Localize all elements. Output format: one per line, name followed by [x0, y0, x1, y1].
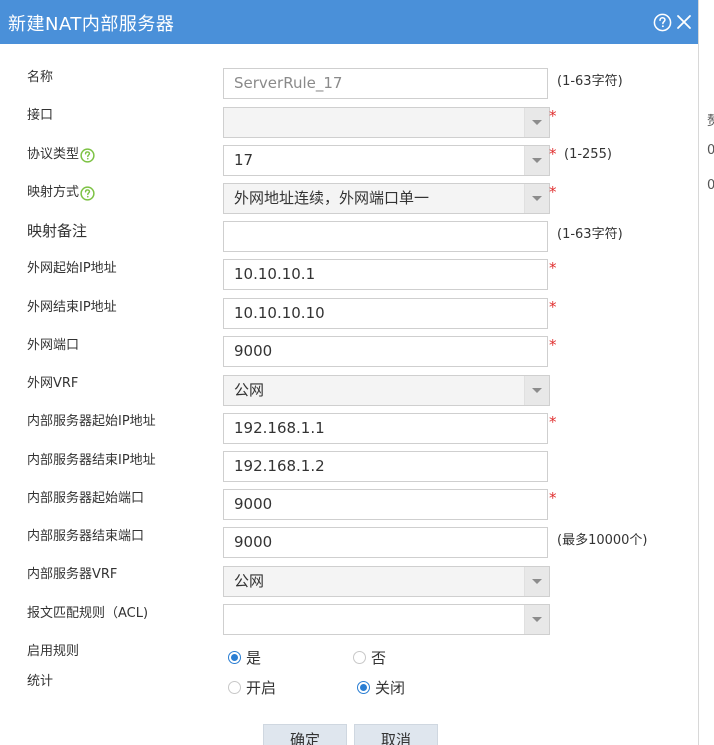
close-icon[interactable]	[674, 12, 694, 32]
mapping-note-hint: (1-63字符)	[557, 227, 623, 242]
acl-select[interactable]	[223, 604, 550, 635]
int-vrf-value: 公网	[234, 572, 265, 590]
required-mark: *	[549, 259, 557, 277]
ext-start-ip-input[interactable]: 10.10.10.1	[223, 259, 548, 290]
int-start-port-label: 内部服务器起始端口	[27, 491, 145, 506]
int-end-port-input[interactable]: 9000	[223, 527, 548, 558]
chevron-down-icon	[524, 108, 549, 137]
protocol-hint: (1-255)	[564, 147, 612, 162]
required-mark: *	[549, 107, 557, 125]
protocol-select[interactable]: 17	[223, 145, 550, 176]
enable-rule-yes-label: 是	[246, 649, 262, 667]
ext-vrf-select[interactable]: 公网	[223, 375, 550, 406]
ext-start-ip-label: 外网起始IP地址	[27, 261, 117, 276]
help-icon[interactable]	[652, 12, 672, 32]
enable-rule-no-label: 否	[371, 649, 387, 667]
int-end-ip-label: 内部服务器结束IP地址	[27, 453, 156, 468]
statistics-off-label: 关闭	[375, 679, 406, 697]
required-mark: *	[549, 298, 557, 316]
ext-vrf-value: 公网	[234, 381, 265, 399]
radio-unselected-icon	[228, 681, 241, 694]
int-vrf-label: 内部服务器VRF	[27, 567, 118, 582]
protocol-label-text: 协议类型	[27, 147, 80, 162]
acl-label: 报文匹配规则（ACL)	[27, 606, 149, 621]
ext-end-ip-input[interactable]: 10.10.10.10	[223, 298, 548, 329]
int-start-port-input[interactable]: 9000	[223, 489, 548, 520]
ext-end-ip-label: 外网结束IP地址	[27, 300, 117, 315]
name-input[interactable]: ServerRule_17	[223, 68, 548, 99]
statistics-on-label: 开启	[246, 679, 277, 697]
chevron-down-icon	[524, 605, 549, 634]
chevron-down-icon	[524, 376, 549, 405]
name-hint: (1-63字符)	[557, 74, 623, 89]
mapping-mode-label: 映射方式	[27, 184, 95, 202]
chevron-down-icon	[524, 184, 549, 213]
mapping-note-label: 映射备注	[27, 222, 88, 240]
background-text-fragment: 0	[707, 178, 714, 193]
required-mark: *	[549, 145, 557, 163]
background-text-fragment: 0	[707, 143, 714, 158]
titlebar-icons	[652, 12, 694, 32]
int-vrf-select[interactable]: 公网	[223, 566, 550, 597]
int-end-port-label: 内部服务器结束端口	[27, 529, 145, 544]
chevron-down-icon	[524, 146, 549, 175]
mapping-note-input[interactable]	[223, 221, 548, 252]
interface-label: 接口	[27, 108, 54, 123]
radio-unselected-icon	[353, 651, 366, 664]
radio-selected-icon	[357, 681, 370, 694]
statistics-off-radio[interactable]: 关闭	[357, 677, 405, 698]
background-text-fragment: 赘	[707, 114, 714, 129]
dialog-titlebar: 新建NAT内部服务器	[0, 0, 698, 44]
protocol-label: 协议类型	[27, 146, 95, 164]
int-start-ip-input[interactable]: 192.168.1.1	[223, 413, 548, 444]
question-help-icon[interactable]	[80, 185, 95, 201]
ext-port-input[interactable]: 9000	[223, 336, 548, 367]
enable-rule-no-radio[interactable]: 否	[353, 647, 386, 668]
mapping-mode-select[interactable]: 外网地址连续，外网端口单一	[223, 183, 550, 214]
required-mark: *	[549, 183, 557, 201]
chevron-down-icon	[524, 567, 549, 596]
enable-rule-yes-radio[interactable]: 是	[228, 647, 261, 668]
interface-select[interactable]	[223, 107, 550, 138]
statistics-label: 统计	[27, 674, 54, 689]
int-end-ip-input[interactable]: 192.168.1.2	[223, 451, 548, 482]
radio-selected-icon	[228, 651, 241, 664]
new-nat-server-dialog: 新建NAT内部服务器 名称 ServerRule_17 (1-63字符) 接口 …	[0, 0, 698, 745]
confirm-button[interactable]: 确定	[263, 724, 347, 745]
name-label: 名称	[27, 70, 54, 85]
dialog-title: 新建NAT内部服务器	[8, 14, 175, 35]
question-help-icon[interactable]	[80, 147, 95, 163]
required-mark: *	[549, 336, 557, 354]
enable-rule-label: 启用规则	[27, 644, 80, 659]
protocol-value: 17	[234, 151, 254, 169]
mapping-mode-value: 外网地址连续，外网端口单一	[234, 189, 430, 207]
int-start-ip-label: 内部服务器起始IP地址	[27, 414, 156, 429]
required-mark: *	[549, 413, 557, 431]
ext-port-label: 外网端口	[27, 338, 80, 353]
required-mark: *	[549, 489, 557, 507]
ext-vrf-label: 外网VRF	[27, 376, 79, 391]
mapping-mode-label-text: 映射方式	[27, 185, 80, 200]
background-page-strip: 赘 0 0	[698, 0, 714, 745]
statistics-on-radio[interactable]: 开启	[228, 677, 276, 698]
int-end-port-hint: (最多10000个)	[557, 533, 648, 548]
cancel-button[interactable]: 取消	[354, 724, 438, 745]
